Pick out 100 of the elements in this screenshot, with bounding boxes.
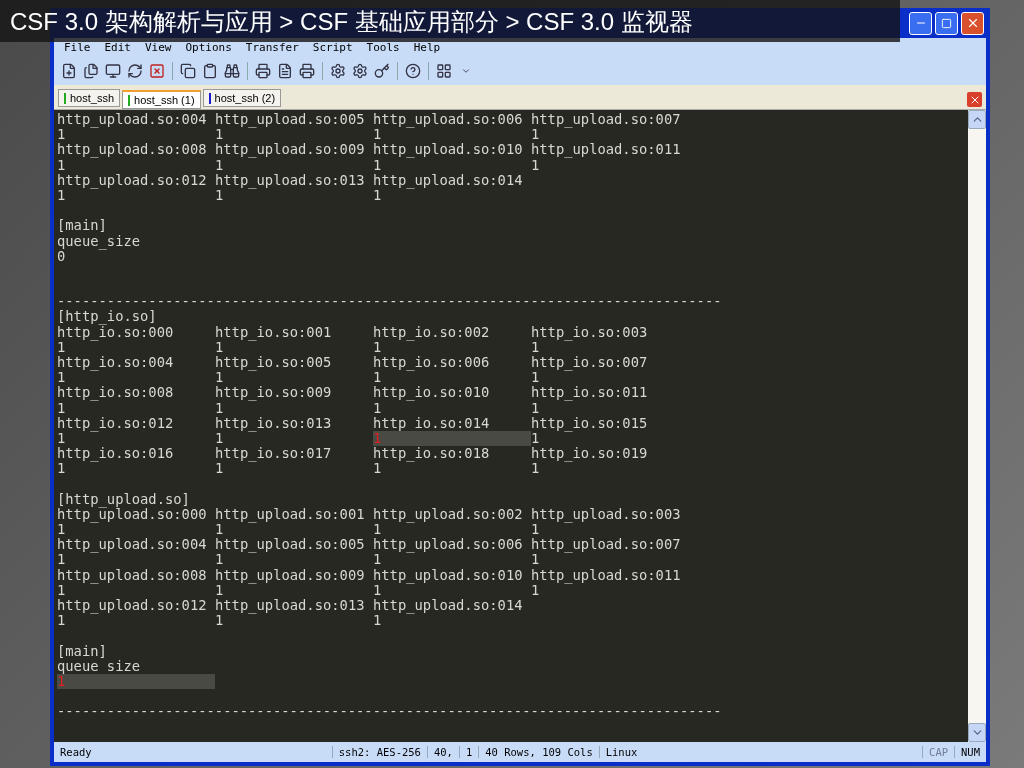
menu-item[interactable]: Options [185,41,232,54]
files-icon[interactable] [82,62,100,80]
terminal-text: http_io.so:003 [531,324,649,340]
terminal-text: 1 [215,370,224,386]
terminal-text: 1 [373,157,382,173]
terminal-text: http_io.so:014 [373,415,491,431]
close-icon[interactable] [148,62,166,80]
terminal-text: http_upload.so:003 [531,506,682,523]
terminal-text: 1 [215,400,224,416]
terminal-text: [main] [57,643,108,659]
terminal-text: 1 [531,157,540,173]
scroll-up-icon[interactable] [968,110,986,129]
terminal-text: [main] [57,218,108,234]
status-text: Ready [59,746,93,758]
menu-item[interactable]: Transfer [245,41,299,54]
terminal-text: http_io.so:010 [373,385,491,401]
terminal-text: 1 [373,552,382,568]
terminal-text: http_io.so:008 [57,385,175,401]
terminal-text: http_io.so:015 [531,415,649,431]
clipboard-icon[interactable] [201,62,219,80]
printer-icon[interactable] [254,62,272,80]
terminal-text: -------------------------------------------------------------------------------- [57,704,723,720]
grid-icon[interactable] [435,62,453,80]
gear-icon[interactable] [351,62,369,80]
terminal-text: 1 [57,370,66,386]
terminal-text: http_upload.so:014 [373,598,524,614]
terminal-text: 1 [531,430,540,447]
session-tab[interactable]: host_ssh (2) [202,89,282,107]
refresh-icon[interactable] [126,62,144,80]
status-text: 40, [426,746,459,758]
terminal-text: 1 [57,339,66,355]
highlighted-cell: 1 [57,673,215,690]
terminal-text: 1 [373,339,382,355]
menu-item[interactable]: Script [312,41,353,54]
minimize-button[interactable] [909,11,932,35]
scroll-down-icon[interactable] [968,723,986,742]
terminal-text: 1 [215,187,224,204]
highlighted-cell: 1 [373,430,531,447]
terminal-text: http_upload.so:004 [57,537,208,553]
terminal-text: http_io.so:005 [215,355,333,371]
terminal-text: http_io.so:000 [57,324,175,340]
terminal-text: 1 [373,522,382,538]
terminal-text: http_upload.so:006 [373,537,524,553]
terminal-text: 1 [531,400,540,416]
terminal-text: 1 [57,461,66,477]
terminal-text: 1 [531,461,540,477]
terminal-text: 1 [57,522,66,538]
terminal-text: http_upload.so:009 [215,142,366,158]
terminal-text: http_io.so:001 [215,324,333,340]
terminal-text: http_upload.so:005 [215,112,366,128]
copy-icon[interactable] [179,62,197,80]
terminal-text: http_io.so:017 [215,446,333,462]
terminal-text: queue_size [57,233,142,249]
terminal-text: 1 [373,370,382,386]
menu-item[interactable]: Edit [104,41,131,54]
terminal-text: http_upload.so:007 [531,112,682,128]
terminal-text: http_upload.so:009 [215,567,366,583]
terminal-text: 1 [57,582,66,598]
slide-title: CSF 3.0 架构解析与应用 > CSF 基础应用部分 > CSF 3.0 监视器 [9,7,694,37]
terminal-text: http_io.so:019 [531,446,649,462]
terminal-text: 1 [531,370,540,386]
terminal-text: http_upload.so:013 [215,172,366,188]
terminal-text: http_upload.so:002 [373,506,524,523]
terminal-text: http_io.so:011 [531,385,649,401]
terminal-text: http_upload.so:012 [57,598,208,614]
key-icon[interactable] [373,62,391,80]
session-tab[interactable]: host_ssh [58,89,121,107]
close-icon[interactable] [967,92,982,107]
terminal-text: http_io.so:009 [215,385,333,401]
menu-item[interactable]: Help [413,41,441,54]
close-button[interactable] [961,11,984,35]
scrollbar[interactable] [968,110,986,742]
terminal-text: 1 [373,461,382,477]
terminal-text: 1 [57,400,66,416]
terminal-text: http_io.so:018 [373,446,491,462]
printer-icon[interactable] [298,62,316,80]
terminal-text: http_io.so:004 [57,355,175,371]
terminal-text: http_upload.so:013 [215,598,366,614]
menu-item[interactable]: Tools [366,41,400,54]
monitor-icon[interactable] [104,62,122,80]
new-file-icon[interactable] [60,62,78,80]
session-tab[interactable]: host_ssh (1) [122,90,201,109]
terminal-text: 1 [373,187,382,204]
settings-icon[interactable] [329,62,347,80]
terminal-text: 1 [215,430,224,447]
terminal-text: http_upload.so:008 [57,567,208,583]
maximize-button[interactable] [935,11,958,35]
binoculars-icon[interactable] [223,62,241,80]
terminal-text: -------------------------------------------------------------------------------- [57,294,723,310]
terminal-text: 1 [215,127,224,143]
status-text: 40 Rows, 109 Cols [478,746,599,758]
document-icon[interactable] [276,62,294,80]
terminal-text: http_io.so:002 [373,324,491,340]
terminal-text: http_io.so:007 [531,355,649,371]
menu-item[interactable]: File [64,41,91,54]
help-icon[interactable] [404,62,422,80]
terminal-text: http_io.so:013 [215,415,333,431]
status-text: NUM [954,746,986,758]
terminal-text: 1 [57,430,66,447]
menu-item[interactable]: View [145,41,172,54]
